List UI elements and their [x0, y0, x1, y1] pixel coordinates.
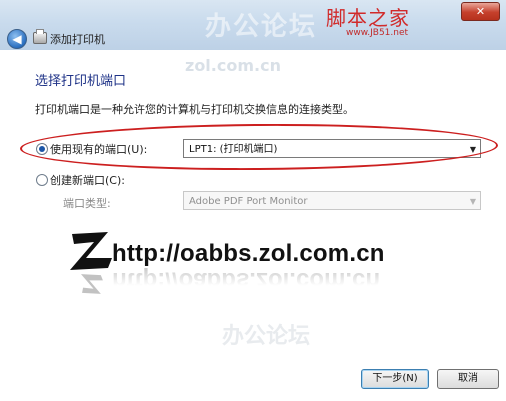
create-new-port-label[interactable]: 创建新端口(C): [50, 172, 125, 188]
brand-watermark-url: www.JB51.net [346, 28, 409, 38]
overlay-url-reflection: http://oabbs.zol.com.cn [112, 267, 380, 294]
next-button[interactable]: 下一步(N) [361, 369, 429, 389]
watermark-logo-top: 办公论坛 [205, 12, 318, 42]
overlay-url: http://oabbs.zol.com.cn [112, 240, 385, 267]
chevron-down-icon: ▼ [469, 197, 476, 206]
watermark-logo-bottom: 办公论坛 [222, 324, 311, 349]
watermark-site-faint: zol.com.cn [185, 56, 281, 75]
port-type-value: Adobe PDF Port Monitor [189, 196, 308, 207]
printer-icon [33, 29, 47, 44]
add-printer-wizard: 办公论坛 ✕ ◀ 添加打印机 脚本之家 www.JB51.net zol.com… [0, 0, 506, 401]
highlight-annotation [19, 122, 499, 172]
port-type-label: 端口类型: [63, 197, 111, 210]
create-new-port-radio[interactable] [36, 174, 48, 186]
cancel-button[interactable]: 取消 [437, 369, 499, 389]
title-bar: 办公论坛 ✕ ◀ 添加打印机 脚本之家 www.JB51.net [0, 0, 506, 50]
page-description: 打印机端口是一种允许您的计算机与打印机交换信息的连接类型。 [35, 103, 354, 116]
back-arrow-icon: ◀ [12, 32, 22, 46]
z-logo-reflection-icon [81, 274, 103, 294]
close-button[interactable]: ✕ [461, 2, 500, 21]
port-type-select[interactable]: Adobe PDF Port Monitor ▼ [183, 191, 481, 210]
brand-watermark: 脚本之家 [326, 6, 410, 30]
wizard-title: 添加打印机 [50, 33, 105, 46]
back-button[interactable]: ◀ [7, 29, 27, 49]
z-logo-icon [70, 232, 112, 270]
page-heading: 选择打印机端口 [35, 74, 127, 89]
